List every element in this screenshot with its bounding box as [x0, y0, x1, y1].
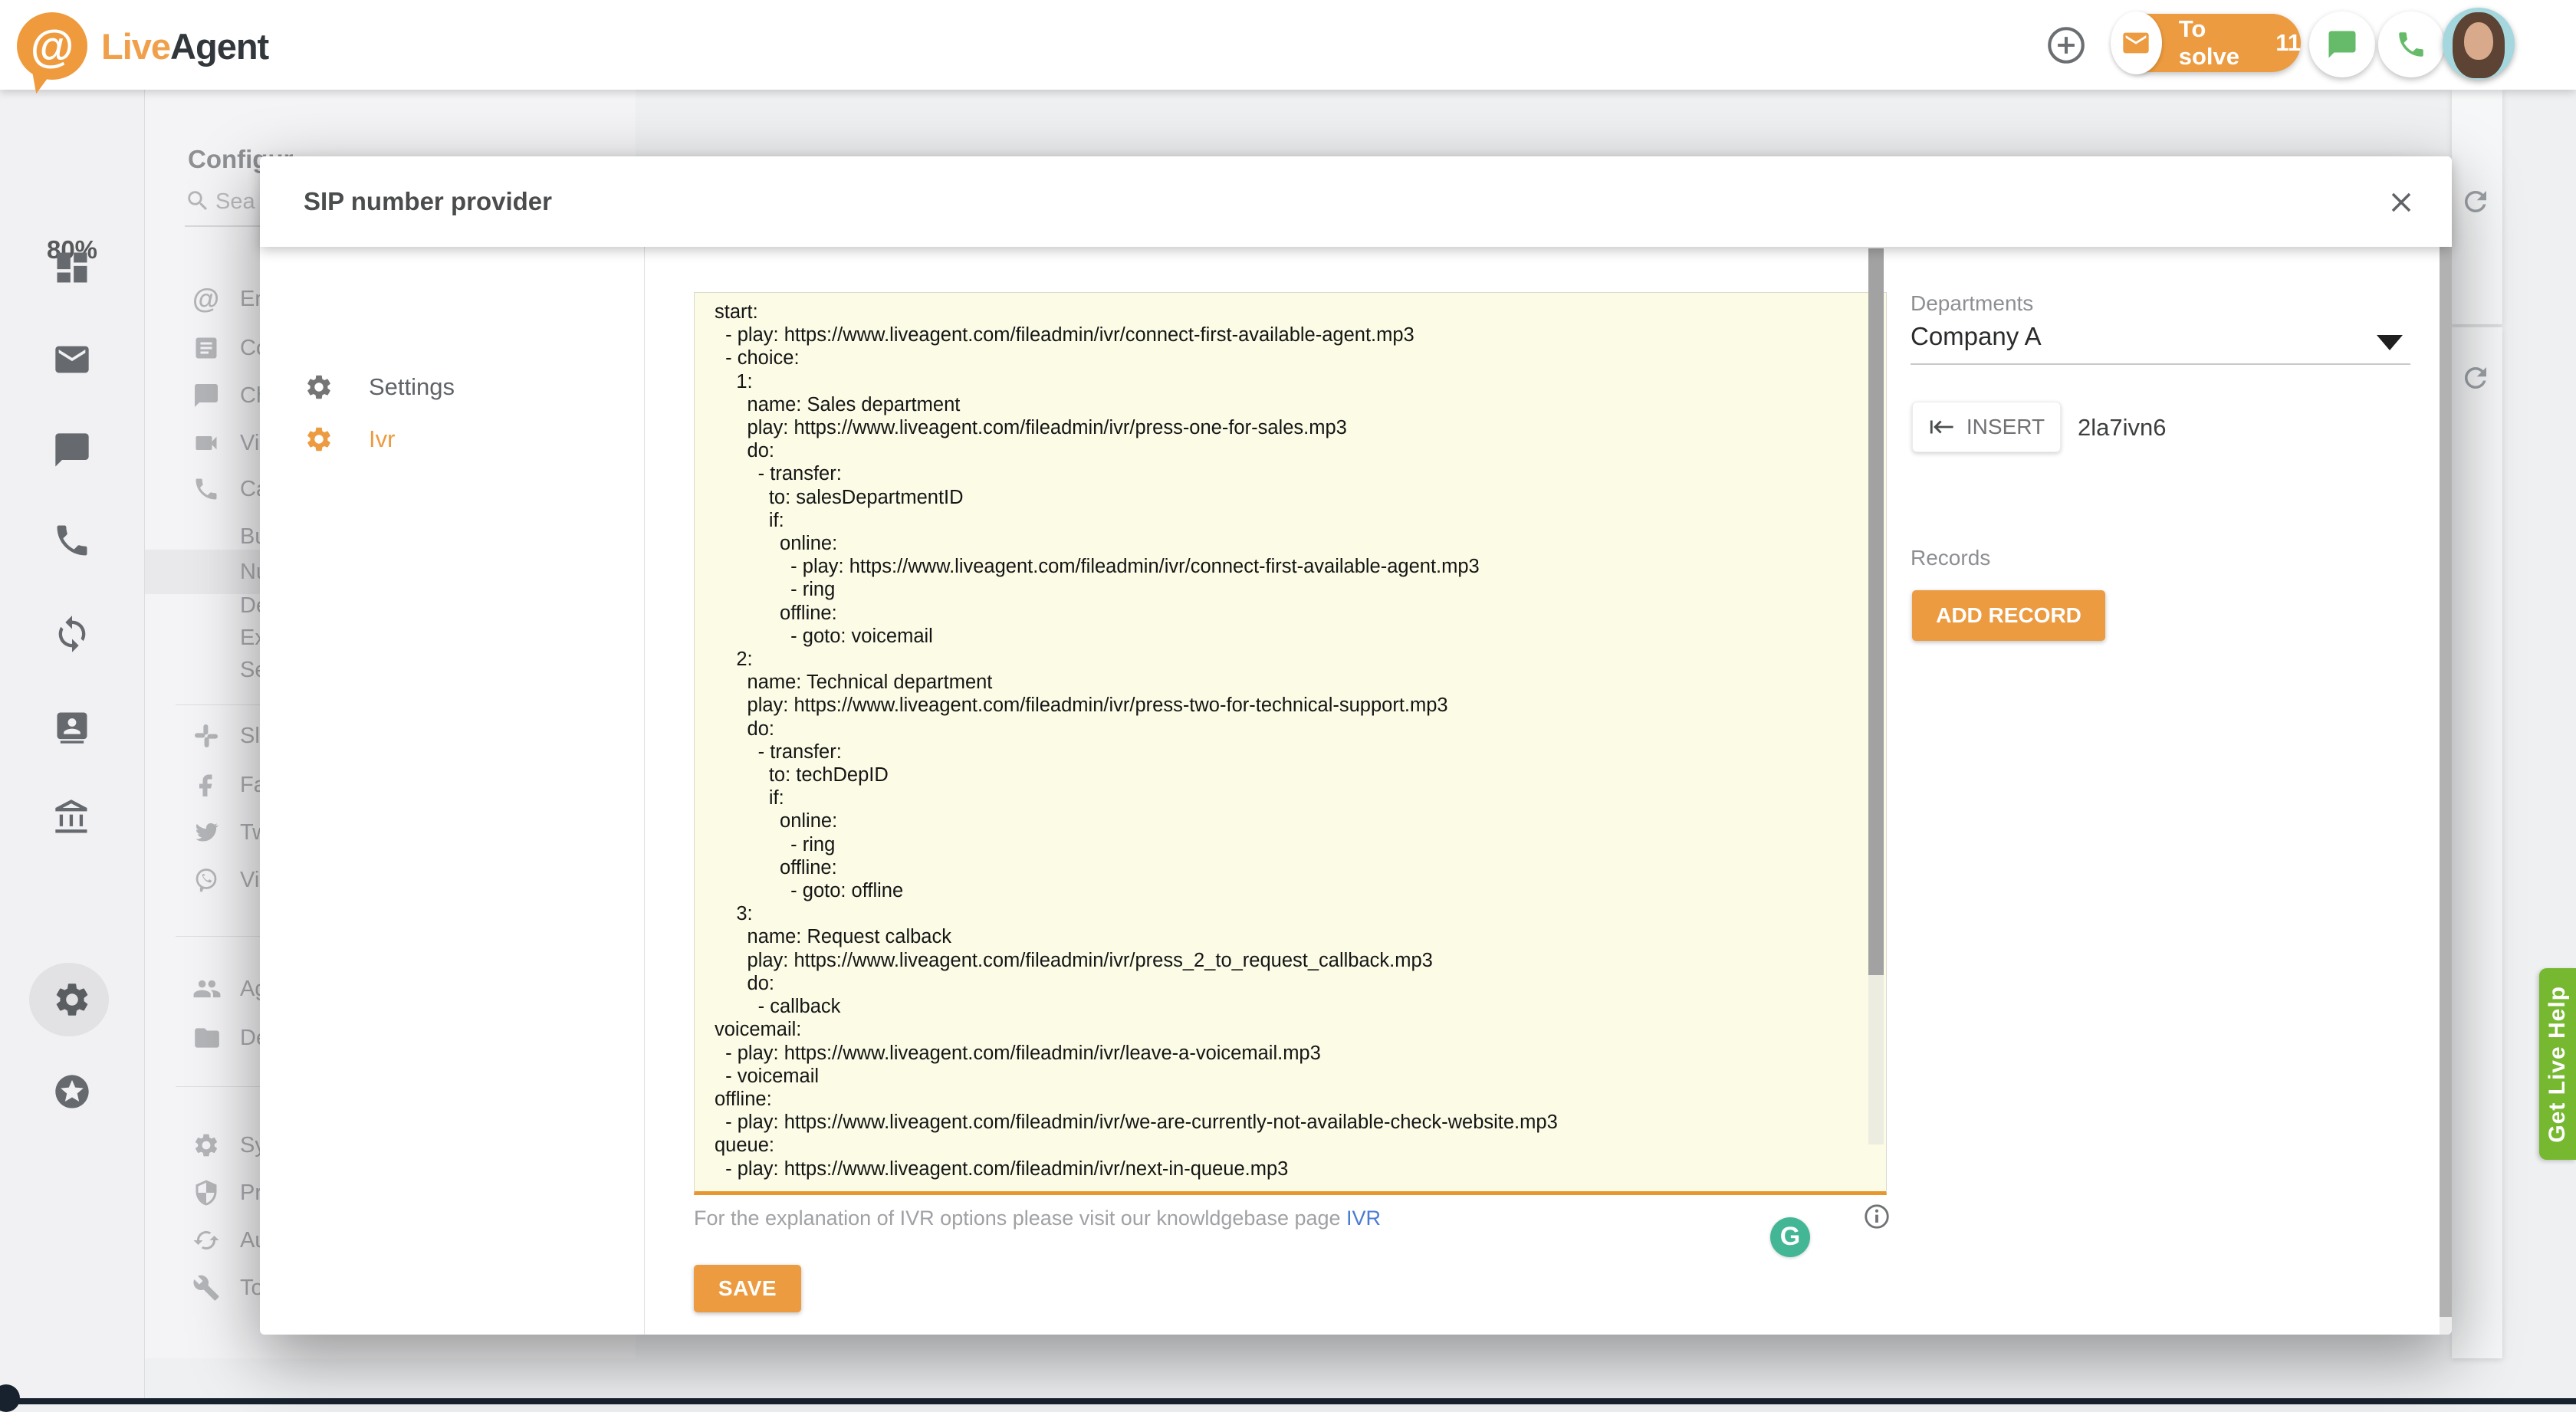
envelope-badge-icon [2111, 11, 2162, 74]
insert-arrow-icon [1928, 414, 1954, 440]
sidebar-item-starred[interactable] [0, 1055, 144, 1128]
add-record-button[interactable]: ADD RECORD [1912, 590, 2105, 641]
save-button[interactable]: SAVE [694, 1265, 801, 1312]
gear-icon [52, 980, 92, 1020]
sync-icon [52, 614, 92, 654]
bottom-edge-bar [0, 1398, 2576, 1404]
to-solve-label: To solve [2179, 15, 2256, 71]
refresh-icon[interactable] [2459, 362, 2492, 394]
sip-number-provider-modal: SIP number provider Settings Ivr start: … [260, 156, 2452, 1335]
departments-select[interactable]: Company A [1911, 322, 2042, 351]
modal-nav-ivr-label: Ivr [369, 425, 395, 453]
close-icon[interactable] [2381, 182, 2421, 222]
refresh-icon[interactable] [2459, 186, 2492, 218]
info-icon[interactable] [1862, 1202, 1891, 1231]
viber-icon [192, 866, 223, 894]
search-placeholder: Sea [215, 189, 255, 215]
wrench-icon [192, 1274, 223, 1302]
facebook-icon [192, 771, 223, 799]
gear-icon [192, 1131, 223, 1159]
people-icon [192, 974, 223, 1003]
folder-icon [192, 1023, 223, 1052]
departments-label: Departments [1911, 291, 2033, 316]
phone-icon [2395, 28, 2427, 61]
brand-agent: Agent [170, 26, 268, 67]
insert-button[interactable]: INSERT [1912, 402, 2061, 452]
sidebar-item-social[interactable] [0, 597, 144, 671]
modal-nav-ivr[interactable]: Ivr [260, 414, 643, 465]
liveagent-logo[interactable]: @ LiveAgent [17, 8, 370, 84]
mail-icon [52, 340, 92, 379]
insert-code-value: 2la7ivn6 [2078, 414, 2166, 442]
logo-bubble-icon: @ [17, 12, 87, 80]
get-live-help-tab[interactable]: Get Live Help [2539, 968, 2576, 1160]
user-avatar[interactable] [2443, 8, 2515, 80]
gear-icon [304, 425, 334, 454]
insert-button-label: INSERT [1967, 415, 2045, 439]
chat-icon [2326, 28, 2358, 61]
ivr-knowledgebase-link[interactable]: IVR [1346, 1207, 1381, 1230]
videocam-icon [192, 429, 223, 457]
modal-scrollbar-thumb[interactable] [2440, 247, 2452, 1317]
app-header: @ LiveAgent To solve 11 [0, 0, 2576, 90]
sidebar-item-configuration[interactable] [0, 963, 144, 1036]
ivr-script-content: start: - play: https://www.liveagent.com… [695, 293, 1886, 1182]
sidebar-item-tickets[interactable] [0, 323, 144, 396]
ivr-script-textarea[interactable]: start: - play: https://www.liveagent.com… [694, 292, 1887, 1195]
star-circle-icon [52, 1072, 92, 1112]
plus-circle-icon [2044, 23, 2088, 67]
modal-nav-settings[interactable]: Settings [260, 362, 643, 412]
contact-card-icon [52, 708, 92, 747]
textarea-scrollbar-thumb[interactable] [1868, 248, 1884, 975]
brand-live: Live [101, 26, 170, 67]
background-card [2452, 327, 2502, 1358]
modal-right-panel: Departments Company A INSERT 2la7ivn6 Re… [1911, 247, 2452, 1335]
shield-icon [192, 1179, 223, 1207]
sidebar-item-chats[interactable] [0, 413, 144, 487]
phone-icon [192, 475, 223, 503]
twitter-icon [192, 819, 223, 846]
autorenew-icon [192, 1226, 223, 1254]
sidebar-item-contacts[interactable] [0, 691, 144, 764]
to-solve-count: 11 [2275, 29, 2301, 57]
chat-icon [52, 430, 92, 470]
ivr-help-note: For the explanation of IVR options pleas… [694, 1207, 1381, 1230]
records-label: Records [1911, 546, 1990, 570]
dashboard-icon [52, 248, 92, 287]
modal-title: SIP number provider [304, 187, 552, 216]
modal-body: Settings Ivr start: - play: https://www.… [260, 247, 2452, 1335]
sidebar-item-calls[interactable] [0, 504, 144, 577]
chevron-down-icon[interactable] [2377, 335, 2403, 350]
chats-button[interactable] [2309, 11, 2375, 77]
slack-icon [192, 722, 223, 750]
calls-button[interactable] [2378, 11, 2444, 77]
icon-sidebar: 80% [0, 90, 145, 1404]
phone-icon [52, 520, 92, 560]
sidebar-item-dashboard[interactable] [0, 231, 144, 304]
document-icon [192, 334, 223, 362]
select-underline [1911, 363, 2410, 365]
sidebar-item-billing[interactable] [0, 781, 144, 855]
search-icon [185, 188, 211, 214]
modal-nav-settings-label: Settings [369, 373, 455, 401]
modal-header: SIP number provider [260, 156, 2452, 247]
at-icon: @ [192, 283, 223, 315]
grammarly-icon[interactable]: G [1770, 1217, 1810, 1257]
gear-icon [304, 373, 334, 402]
add-button[interactable] [2041, 20, 2091, 71]
to-solve-button[interactable]: To solve 11 [2114, 14, 2301, 72]
modal-nav: Settings Ivr [260, 247, 645, 1335]
chat-bubble-icon [192, 382, 223, 409]
bank-icon [52, 798, 92, 838]
